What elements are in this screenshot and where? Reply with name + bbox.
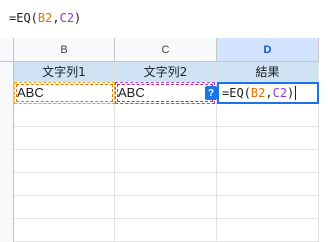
d2-suffix: ) bbox=[287, 86, 295, 100]
formula-ref-b2: B2 bbox=[37, 11, 53, 25]
cell-c8[interactable] bbox=[115, 219, 217, 242]
formula-help-icon[interactable]: ? bbox=[205, 86, 217, 100]
cell-b6[interactable] bbox=[14, 173, 115, 196]
d2-prefix: =EQ( bbox=[222, 86, 251, 100]
corner-cell[interactable] bbox=[0, 38, 14, 62]
cell-c6[interactable] bbox=[115, 173, 217, 196]
column-header-c[interactable]: C bbox=[115, 38, 217, 62]
cell-b2[interactable]: ABC bbox=[14, 82, 115, 104]
cell-c1[interactable]: 文字列2 bbox=[115, 62, 217, 82]
column-header-b[interactable]: B bbox=[14, 38, 115, 62]
cell-d6[interactable] bbox=[217, 173, 319, 196]
cell-d5[interactable] bbox=[217, 150, 319, 173]
cell-d2-editor[interactable]: =EQ(B2, C2) bbox=[217, 82, 319, 104]
column-header-d[interactable]: D bbox=[217, 38, 319, 62]
d2-ref-b2: B2 bbox=[250, 86, 266, 100]
d2-ref-c2: C2 bbox=[272, 86, 288, 100]
formula-comma: , bbox=[52, 11, 60, 25]
cell-c3[interactable] bbox=[115, 104, 217, 127]
formula-suffix: ) bbox=[74, 11, 82, 25]
d2-comma: , bbox=[265, 86, 273, 100]
row-header-column bbox=[0, 38, 14, 242]
cell-d1[interactable]: 結果 bbox=[217, 62, 319, 82]
formula-text[interactable]: =EQ(B2,C2) bbox=[9, 10, 81, 26]
cell-d4[interactable] bbox=[217, 127, 319, 150]
spreadsheet-grid[interactable]: B C D 文字列1 文字列2 結果 ABC ABC ? =EQ(B2, C2) bbox=[0, 38, 328, 242]
cell-b1[interactable]: 文字列1 bbox=[14, 62, 115, 82]
cell-b8[interactable] bbox=[14, 219, 115, 242]
formula-prefix: =EQ( bbox=[9, 11, 38, 25]
text-caret bbox=[295, 86, 297, 100]
formula-ref-c2: C2 bbox=[59, 11, 75, 25]
cell-d8[interactable] bbox=[217, 219, 319, 242]
cell-c4[interactable] bbox=[115, 127, 217, 150]
formula-bar[interactable]: =EQ(B2,C2) bbox=[0, 0, 328, 38]
cell-b3[interactable] bbox=[14, 104, 115, 127]
cell-d7[interactable] bbox=[217, 196, 319, 219]
cell-b7[interactable] bbox=[14, 196, 115, 219]
cell-b5[interactable] bbox=[14, 150, 115, 173]
cell-c5[interactable] bbox=[115, 150, 217, 173]
cell-d3[interactable] bbox=[217, 104, 319, 127]
cell-c7[interactable] bbox=[115, 196, 217, 219]
cell-b4[interactable] bbox=[14, 127, 115, 150]
cell-c2[interactable]: ABC bbox=[115, 82, 217, 104]
